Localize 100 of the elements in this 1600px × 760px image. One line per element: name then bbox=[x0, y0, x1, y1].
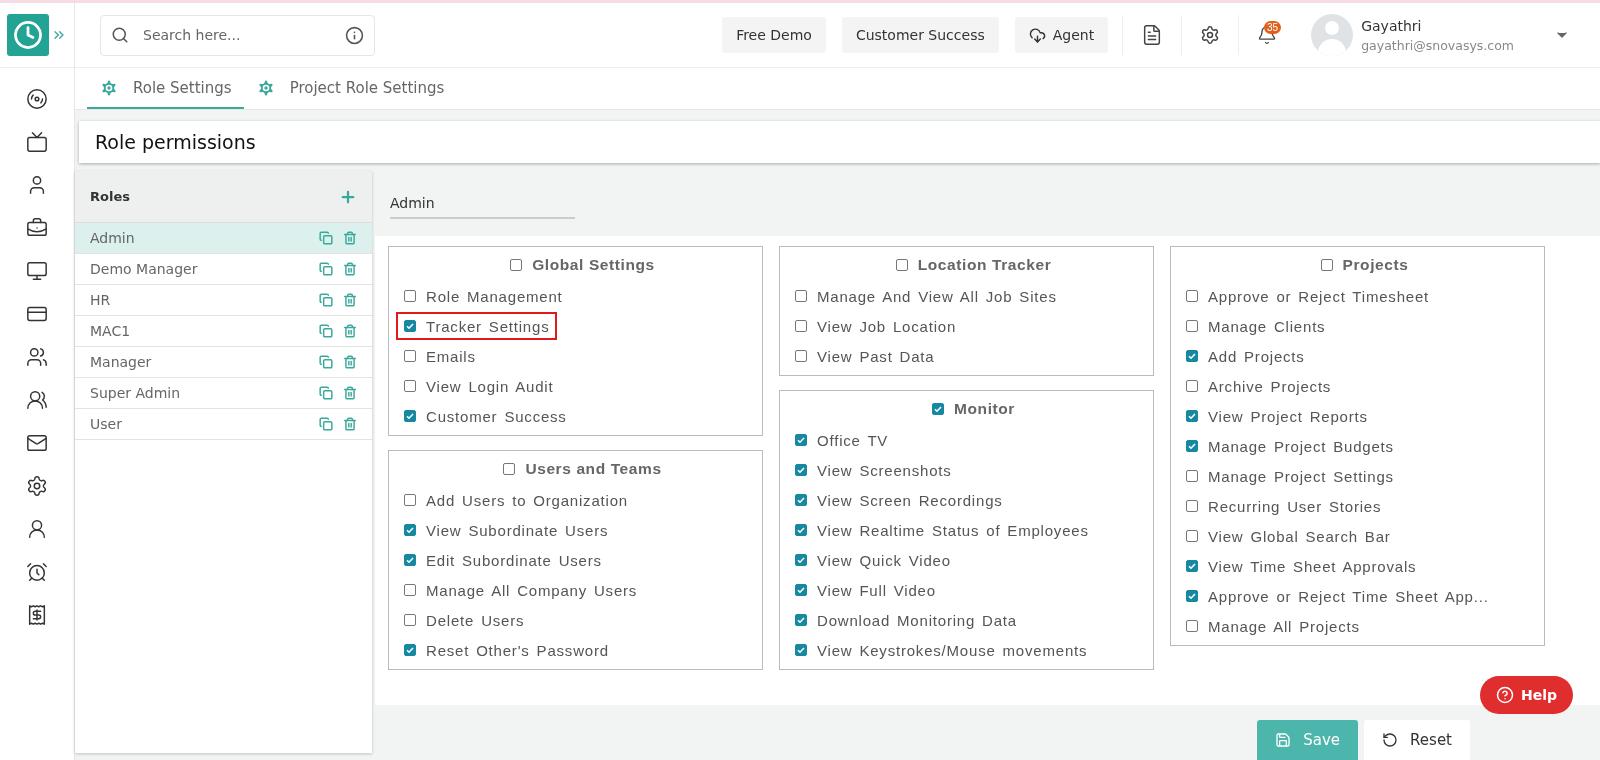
notification-badge: 35 bbox=[1264, 21, 1282, 34]
trash-icon[interactable] bbox=[343, 262, 357, 276]
checkbox[interactable] bbox=[1186, 470, 1198, 482]
users-icon[interactable] bbox=[26, 346, 48, 368]
target-icon[interactable] bbox=[26, 88, 48, 110]
checkbox[interactable] bbox=[404, 584, 416, 596]
permission-label: Download Monitoring Data bbox=[817, 611, 1017, 629]
reset-button[interactable]: Reset bbox=[1364, 720, 1470, 760]
checkbox[interactable] bbox=[404, 350, 416, 362]
trash-icon[interactable] bbox=[343, 386, 357, 400]
checkbox[interactable] bbox=[404, 644, 416, 656]
role-item[interactable]: Super Admin bbox=[75, 378, 372, 409]
copy-icon[interactable] bbox=[319, 262, 333, 276]
checkbox[interactable] bbox=[1186, 560, 1198, 572]
copy-icon[interactable] bbox=[319, 293, 333, 307]
permission-label: Add Users to Organization bbox=[426, 491, 628, 509]
header-button[interactable]: Agent bbox=[1014, 17, 1109, 53]
permission-label: Office TV bbox=[817, 431, 889, 449]
role-name-field[interactable]: Admin bbox=[390, 188, 575, 219]
header-button[interactable]: Free Demo bbox=[722, 17, 826, 53]
checkbox[interactable] bbox=[795, 554, 807, 566]
role-item[interactable]: Admin bbox=[75, 223, 372, 254]
checkbox[interactable] bbox=[510, 259, 523, 271]
checkbox[interactable] bbox=[1186, 590, 1198, 602]
header-button[interactable]: Customer Success bbox=[841, 17, 999, 53]
checkbox[interactable] bbox=[895, 259, 908, 271]
copy-icon[interactable] bbox=[319, 417, 333, 431]
copy-icon[interactable] bbox=[319, 355, 333, 369]
role-item[interactable]: Demo Manager bbox=[75, 254, 372, 285]
checkbox[interactable] bbox=[795, 494, 807, 506]
checkbox[interactable] bbox=[795, 350, 807, 362]
checkbox[interactable] bbox=[1186, 620, 1198, 632]
checkbox[interactable] bbox=[1186, 530, 1198, 542]
copy-icon[interactable] bbox=[319, 324, 333, 338]
permission-label: Recurring User Stories bbox=[1208, 497, 1382, 515]
trash-icon[interactable] bbox=[343, 293, 357, 307]
settings-icon[interactable] bbox=[26, 475, 48, 497]
help-button[interactable]: Help bbox=[1479, 676, 1573, 714]
checkbox[interactable] bbox=[1186, 500, 1198, 512]
checkbox[interactable] bbox=[1186, 350, 1198, 362]
trash-icon[interactable] bbox=[343, 355, 357, 369]
checkbox[interactable] bbox=[404, 524, 416, 536]
trash-icon[interactable] bbox=[343, 417, 357, 431]
info-icon[interactable] bbox=[345, 25, 364, 45]
checkbox[interactable] bbox=[932, 403, 944, 415]
permission-label: View Screen Recordings bbox=[817, 491, 1003, 509]
group-title: Projects bbox=[1342, 256, 1409, 274]
trash-icon[interactable] bbox=[343, 324, 357, 338]
checkbox[interactable] bbox=[1186, 290, 1198, 302]
briefcase-icon[interactable] bbox=[26, 217, 48, 239]
checkbox[interactable] bbox=[404, 494, 416, 506]
permission-label: View Project Reports bbox=[1208, 407, 1368, 425]
permission-label: View Keystrokes/Mouse movements bbox=[817, 641, 1088, 659]
checkbox[interactable] bbox=[795, 644, 807, 656]
tv-icon[interactable] bbox=[26, 131, 48, 153]
copy-icon[interactable] bbox=[319, 386, 333, 400]
checkbox[interactable] bbox=[404, 380, 416, 392]
tab[interactable]: Project Role Settings bbox=[243, 68, 457, 109]
permission-label: Manage Project Settings bbox=[1208, 467, 1394, 485]
checkbox[interactable] bbox=[1186, 380, 1198, 392]
checkbox[interactable] bbox=[404, 554, 416, 566]
checkbox[interactable] bbox=[1186, 320, 1198, 332]
reset-icon bbox=[1382, 732, 1399, 748]
person-icon[interactable] bbox=[26, 518, 48, 540]
search-box[interactable]: Search here... bbox=[100, 14, 375, 56]
role-item[interactable]: HR bbox=[75, 285, 372, 316]
role-item[interactable]: User bbox=[75, 409, 372, 440]
checkbox[interactable] bbox=[404, 320, 416, 332]
permission-label: Manage Clients bbox=[1208, 317, 1326, 335]
checkbox[interactable] bbox=[404, 614, 416, 626]
permission-label: View Login Audit bbox=[426, 377, 554, 395]
role-item[interactable]: MAC1 bbox=[75, 316, 372, 347]
trash-icon[interactable] bbox=[343, 231, 357, 245]
checkbox[interactable] bbox=[795, 614, 807, 626]
checkbox[interactable] bbox=[1186, 440, 1198, 452]
invoice-icon[interactable] bbox=[26, 604, 48, 626]
monitor-icon[interactable] bbox=[26, 260, 48, 282]
team-icon[interactable] bbox=[26, 389, 48, 411]
checkbox[interactable] bbox=[795, 584, 807, 596]
checkbox[interactable] bbox=[795, 290, 807, 302]
permission-label: Manage And View All Job Sites bbox=[817, 287, 1057, 305]
copy-icon[interactable] bbox=[319, 231, 333, 245]
checkbox[interactable] bbox=[404, 410, 416, 422]
checkbox[interactable] bbox=[503, 463, 516, 475]
checkbox[interactable] bbox=[404, 290, 416, 302]
mail-icon[interactable] bbox=[26, 432, 48, 454]
checkbox[interactable] bbox=[1320, 259, 1333, 271]
checkbox[interactable] bbox=[795, 464, 807, 476]
role-item[interactable]: Manager bbox=[75, 347, 372, 378]
permission-label: Delete Users bbox=[426, 611, 525, 629]
permission-label: Reset Other's Password bbox=[426, 641, 609, 659]
alarm-clock-icon[interactable] bbox=[26, 561, 48, 583]
checkbox[interactable] bbox=[795, 320, 807, 332]
permission-label: Emails bbox=[426, 347, 476, 365]
checkbox[interactable] bbox=[1186, 410, 1198, 422]
permission-label: View Job Location bbox=[817, 317, 957, 335]
checkbox[interactable] bbox=[795, 434, 807, 446]
user-name: Gayathri bbox=[1361, 17, 1423, 34]
checkbox[interactable] bbox=[795, 524, 807, 536]
clock-logo[interactable] bbox=[7, 14, 49, 56]
